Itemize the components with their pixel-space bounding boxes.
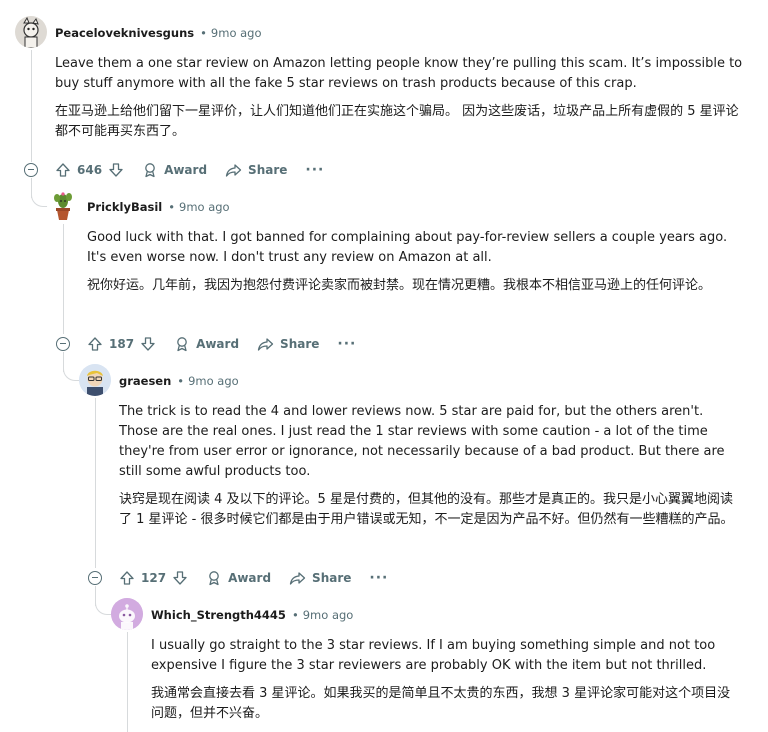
upvote-icon [88,337,102,351]
upvote-icon [120,571,134,585]
upvote-button[interactable] [87,336,103,352]
avatar-image [79,364,111,396]
more-options-icon: ··· [369,570,389,586]
timestamp[interactable]: 9mo ago [179,200,230,214]
award-icon [209,571,219,586]
share-button[interactable]: Share [225,162,287,178]
username[interactable]: Which_Strength4445 [151,608,286,622]
thread-line[interactable] [31,50,32,162]
award-label: Award [164,163,208,177]
award-icon [145,163,155,178]
separator-dot: • [168,200,175,214]
share-icon [257,338,274,351]
comment-text-zh: 诀窍是现在阅读 4 及以下的评论。5 星是付费的，但其他的没有。那些才是真正的。… [119,492,734,527]
downvote-button[interactable] [140,336,156,352]
upvote-button[interactable] [119,570,135,586]
upvote-button[interactable] [55,162,71,178]
comment-text-zh: 我通常会直接去看 3 星评论。如果我买的是简单且不太贵的东西，我想 3 星评论家… [151,686,731,721]
award-label: Award [228,571,272,585]
username[interactable]: PricklyBasil [87,200,162,214]
share-button[interactable]: Share [257,336,319,352]
collapse-thread-button[interactable] [24,163,38,177]
thread-line[interactable] [127,632,128,732]
downvote-icon [109,163,123,177]
comment-body: The trick is to read the 4 and lower rev… [119,402,741,538]
share-label: Share [280,337,320,351]
more-options-button[interactable]: ··· [337,336,357,352]
avatar[interactable] [15,16,47,48]
timestamp[interactable]: 9mo ago [211,26,262,40]
vote-count: 646 [77,163,103,177]
share-label: Share [312,571,352,585]
avatar[interactable] [111,598,143,630]
share-button[interactable]: Share [289,570,351,586]
comment-text-en: I usually go straight to the 3 star revi… [151,638,716,673]
comment-actions: 646 Award Share ··· [55,158,342,182]
share-label: Share [248,163,288,177]
avatar[interactable] [79,364,111,396]
collapse-thread-button[interactable] [88,571,102,585]
more-options-button[interactable]: ··· [369,570,389,586]
separator-dot: • [177,374,185,388]
more-options-icon: ··· [305,162,325,178]
more-options-icon: ··· [337,336,357,352]
comment-text-en: The trick is to read the 4 and lower rev… [119,404,725,479]
comment-body: I usually go straight to the 3 star revi… [151,636,741,732]
comment-text-zh: 祝你好运。几年前，我因为抱怨付费评论卖家而被封禁。现在情况更糟。我根本不相信亚马… [87,278,712,293]
share-icon [225,164,242,177]
avatar[interactable] [47,190,79,222]
timestamp[interactable]: 9mo ago [188,374,239,388]
comment-text-en: Good luck with that. I got banned for co… [87,230,728,265]
comment-text-zh: 在亚马逊上给他们留下一星评价，让人们知道他们正在实施这个骗局。 因为这些废话，垃… [55,104,739,139]
timestamp[interactable]: 9mo ago [303,608,354,622]
avatar-image [15,16,47,48]
award-button[interactable]: Award [142,162,207,178]
vote-count: 127 [141,571,167,585]
upvote-icon [56,163,70,177]
vote-count: 187 [109,337,135,351]
award-label: Award [196,337,240,351]
award-button[interactable]: Award [174,336,239,352]
thread-line[interactable] [63,224,64,334]
avatar-image [54,192,72,220]
award-button[interactable]: Award [206,570,271,586]
share-icon [289,572,306,585]
separator-dot: • [291,608,299,622]
thread-line[interactable] [95,398,96,568]
comment-actions: 187 Award Share ··· [87,332,374,356]
username[interactable]: Peaceloveknivesguns [55,26,194,40]
username[interactable]: graesen [119,374,171,388]
downvote-icon [173,571,187,585]
comment-body: Good luck with that. I got banned for co… [87,228,747,304]
more-options-button[interactable]: ··· [305,162,325,178]
comment-actions: 127 Award Share ··· [119,566,406,590]
downvote-button[interactable] [172,570,188,586]
comment-body: Leave them a one star review on Amazon l… [55,54,745,150]
award-icon [177,337,187,352]
downvote-button[interactable] [108,162,124,178]
downvote-icon [141,337,155,351]
avatar-image [111,598,143,630]
comment-text-en: Leave them a one star review on Amazon l… [55,56,743,91]
separator-dot: • [200,26,207,40]
collapse-thread-button[interactable] [56,337,70,351]
